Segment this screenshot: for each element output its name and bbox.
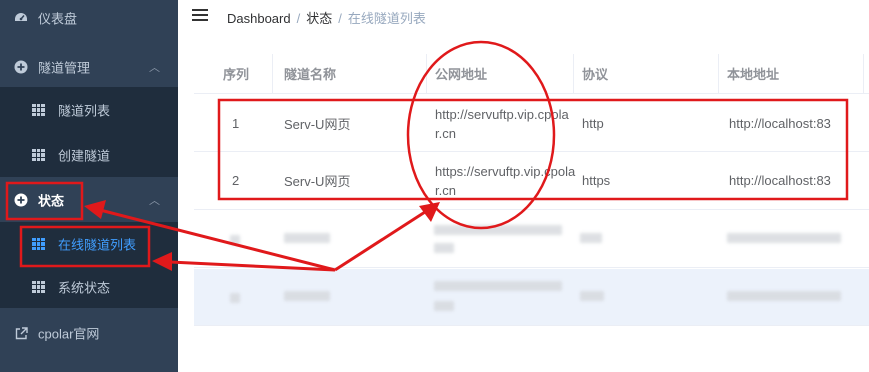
redacted-text: [727, 233, 841, 243]
sidebar-item-tunnel-manage[interactable]: 隧道管理 ︿: [0, 48, 178, 86]
breadcrumb: Dashboard / 状态 / 在线隧道列表: [227, 8, 426, 27]
cell-index: 1: [232, 116, 240, 131]
redacted-text: [230, 235, 240, 245]
table-row: 2 Serv-U网页 https://servuftp.vip.cpola r.…: [194, 152, 869, 210]
cell-public-address[interactable]: https://servuftp.vip.cpola r.cn: [435, 152, 575, 209]
breadcrumb-separator: /: [338, 11, 342, 26]
breadcrumb-status: 状态: [306, 11, 333, 26]
plus-circle-icon: [14, 193, 28, 207]
sidebar-item-cpolar-site[interactable]: cpolar官网: [0, 312, 178, 354]
cell-public-address[interactable]: http://servuftp.vip.cpola r.cn: [435, 96, 569, 151]
sidebar-label-online-tunnel-list: 在线隧道列表: [58, 237, 137, 253]
sidebar-item-dashboard[interactable]: 仪表盘: [0, 0, 178, 36]
sidebar-label-status: 状态: [38, 193, 65, 209]
redacted-text: [580, 233, 602, 243]
breadcrumb-separator: /: [296, 11, 301, 26]
public-address-line: r.cn: [435, 182, 456, 198]
sidebar-item-online-tunnel-list[interactable]: 在线隧道列表: [0, 222, 178, 266]
sidebar-label-tunnel-list: 隧道列表: [58, 103, 111, 119]
column-header-index: 序列: [223, 67, 250, 82]
redacted-text: [284, 233, 330, 243]
table-row: 1 Serv-U网页 http://servuftp.vip.cpola r.c…: [194, 96, 869, 152]
header: Dashboard / 状态 / 在线隧道列表: [178, 0, 869, 34]
redacted-text: [434, 281, 562, 291]
sidebar-label-create-tunnel: 创建隧道: [58, 148, 111, 164]
table-row-blurred: [194, 211, 869, 268]
cell-name: Serv-U网页: [284, 174, 351, 189]
sidebar-label-cpolar-site: cpolar官网: [38, 326, 100, 342]
redacted-text: [434, 301, 454, 311]
breadcrumb-dashboard[interactable]: Dashboard: [227, 11, 291, 26]
table-header: 序列 隧道名称 公网地址 协议 本地地址: [194, 54, 869, 94]
sidebar-item-status[interactable]: 状态 ︿: [0, 180, 178, 220]
sidebar-item-create-tunnel[interactable]: 创建隧道: [0, 133, 178, 177]
public-address-line: r.cn: [435, 125, 456, 141]
redacted-text: [434, 225, 562, 235]
table-icon: [32, 281, 45, 293]
public-address-line: http://servuftp.vip.cpola: [435, 106, 569, 122]
cell-index: 2: [232, 173, 240, 188]
table-icon: [32, 238, 45, 250]
chevron-up-icon: ︿: [149, 62, 160, 74]
sidebar-label-system-status: 系统状态: [58, 280, 111, 296]
chevron-up-icon: ︿: [149, 195, 160, 207]
breadcrumb-current: 在线隧道列表: [347, 11, 426, 26]
sidebar-label-tunnel-manage: 隧道管理: [38, 60, 91, 76]
cell-protocol: https: [582, 173, 611, 188]
sidebar-item-system-status[interactable]: 系统状态: [0, 266, 178, 308]
sidebar-item-tunnel-list[interactable]: 隧道列表: [0, 87, 178, 133]
sidebar-label-dashboard: 仪表盘: [38, 11, 78, 27]
cell-local-address: http://localhost:83: [729, 173, 831, 188]
dashboard-icon: [14, 11, 28, 25]
table-icon: [32, 104, 45, 116]
cell-protocol: http: [582, 116, 604, 131]
redacted-text: [434, 243, 454, 253]
column-header-local-address: 本地地址: [727, 67, 780, 82]
column-header-name: 隧道名称: [284, 67, 337, 82]
column-header-protocol: 协议: [582, 67, 609, 82]
redacted-text: [230, 293, 240, 303]
sidebar: 仪表盘 隧道管理 ︿ 隧道列表 创建隧道 状态 ︿ 在线隧道列表 系统状态 cp…: [0, 0, 178, 372]
table-icon: [32, 149, 45, 161]
cell-name: Serv-U网页: [284, 117, 351, 132]
plus-circle-icon: [14, 60, 28, 74]
external-link-icon: [14, 326, 28, 340]
redacted-text: [284, 291, 330, 301]
redacted-text: [727, 291, 841, 301]
column-header-public-address: 公网地址: [435, 67, 488, 82]
public-address-line: https://servuftp.vip.cpola: [435, 163, 576, 179]
cell-local-address: http://localhost:83: [729, 116, 831, 131]
table-row-blurred: [194, 269, 869, 326]
hamburger-icon[interactable]: [192, 9, 208, 23]
redacted-text: [580, 291, 604, 301]
tunnel-table: 序列 隧道名称 公网地址 协议 本地地址 1 Serv-U网页 http://s…: [194, 54, 869, 326]
